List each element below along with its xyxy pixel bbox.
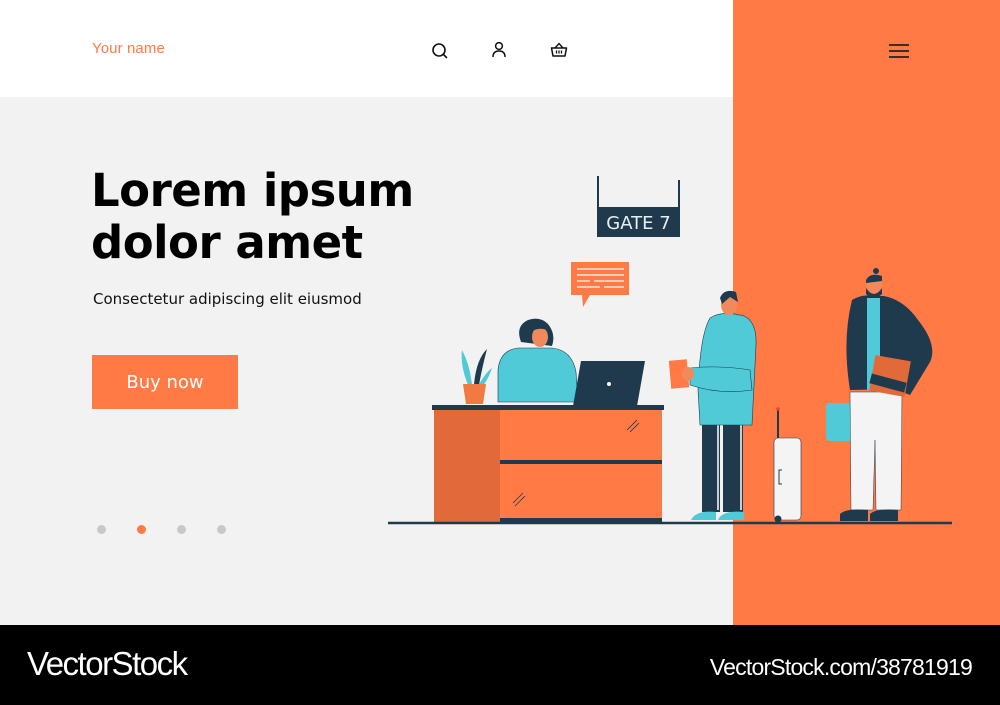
hamburger-menu-icon[interactable] bbox=[887, 41, 911, 61]
gate-sign-label: GATE 7 bbox=[606, 213, 670, 234]
hero-subtitle: Consectetur adipiscing elit eiusmod bbox=[93, 290, 362, 308]
carousel-dot-4[interactable] bbox=[217, 525, 226, 534]
brand-logo[interactable]: Your name bbox=[92, 40, 165, 57]
landing-page: Your name Lorem ipsum dolor amet Consect… bbox=[0, 0, 1000, 705]
basket-icon[interactable] bbox=[549, 40, 569, 60]
user-icon[interactable] bbox=[489, 40, 509, 60]
reception-desk bbox=[432, 405, 664, 522]
receptionist-figure bbox=[497, 318, 579, 403]
traveler-with-briefcase bbox=[826, 268, 933, 521]
headline-line-1: Lorem ipsum bbox=[91, 164, 414, 217]
gate-sign: GATE 7 bbox=[597, 176, 680, 237]
search-icon[interactable] bbox=[430, 41, 450, 61]
suitcase-icon bbox=[773, 407, 802, 523]
traveler-with-ticket bbox=[668, 290, 757, 520]
buy-now-button[interactable]: Buy now bbox=[92, 355, 238, 409]
footer-logo: VectorStock bbox=[27, 645, 188, 682]
laptop-icon bbox=[573, 361, 645, 406]
plant-icon bbox=[461, 349, 492, 404]
airport-checkin-illustration: GATE 7 bbox=[388, 176, 952, 525]
carousel-dot-2[interactable] bbox=[137, 525, 146, 534]
hero-headline: Lorem ipsum dolor amet bbox=[91, 165, 414, 269]
footer-watermark: VectorStock VectorStock.com/38781919 bbox=[0, 625, 1000, 705]
headline-line-2: dolor amet bbox=[91, 216, 363, 269]
footer-url[interactable]: VectorStock.com/38781919 bbox=[710, 654, 973, 681]
carousel-indicators bbox=[97, 525, 226, 534]
carousel-dot-1[interactable] bbox=[97, 525, 106, 534]
carousel-dot-3[interactable] bbox=[177, 525, 186, 534]
speech-bubble-icon bbox=[571, 262, 629, 307]
